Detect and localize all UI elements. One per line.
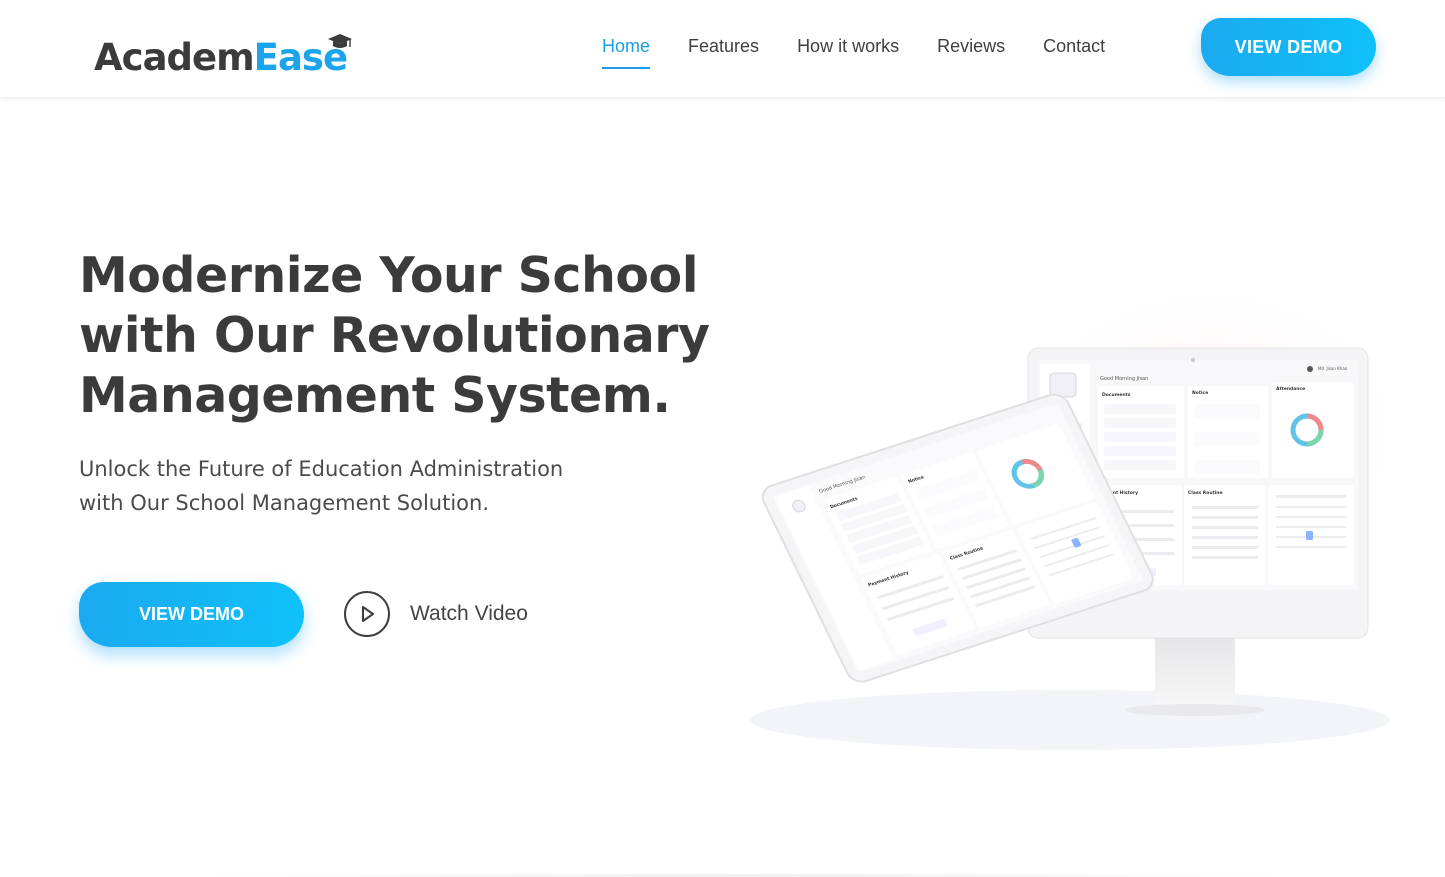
play-icon[interactable] bbox=[344, 591, 390, 637]
main-nav: Home Features How it works Reviews Conta… bbox=[602, 36, 1143, 69]
graduation-cap-icon bbox=[328, 34, 353, 48]
monitor-greeting: Good Morning Jisan bbox=[1100, 376, 1148, 382]
hero-subtitle-line-1: Unlock the Future of Education Administr… bbox=[79, 457, 564, 481]
play-triangle-icon bbox=[362, 606, 374, 622]
logo[interactable]: Academ Ease bbox=[94, 26, 353, 79]
monitor-user-name: Md. Jisan Khan bbox=[1318, 366, 1348, 371]
nav-how-it-works[interactable]: How it works bbox=[797, 36, 899, 57]
hero-title-line-1: Modernize Your School bbox=[79, 247, 699, 304]
monitor-routine-title: Class Routine bbox=[1188, 490, 1223, 496]
nav-features[interactable]: Features bbox=[688, 36, 759, 57]
site-header: Academ Ease Home Features How it works Re… bbox=[0, 0, 1445, 97]
monitor-notice-title: Notice bbox=[1192, 390, 1208, 396]
hero-view-demo-button[interactable]: VIEW DEMO bbox=[79, 582, 304, 647]
monitor-attendance-title: Attendance bbox=[1276, 386, 1305, 392]
header-view-demo-button[interactable]: VIEW DEMO bbox=[1201, 18, 1376, 76]
monitor-documents-title: Documents bbox=[1102, 392, 1131, 398]
hero-subtitle-line-2: with Our School Management Solution. bbox=[79, 491, 490, 515]
watch-video-link[interactable]: Watch Video bbox=[410, 602, 528, 626]
dashboard-mockup-illustration: Good Morning Jisan Md. Jisan Khan Docume… bbox=[750, 280, 1410, 750]
nav-reviews[interactable]: Reviews bbox=[937, 36, 1005, 57]
hero-title: Modernize Your School with Our Revolutio… bbox=[79, 246, 739, 426]
nav-contact[interactable]: Contact bbox=[1043, 36, 1105, 57]
nav-home[interactable]: Home bbox=[602, 36, 651, 69]
logo-text-academ: Academ bbox=[94, 36, 255, 79]
logo-text-ease: Ease bbox=[254, 34, 353, 76]
hero-title-line-3: Management System. bbox=[79, 367, 671, 424]
hero-subtitle: Unlock the Future of Education Administr… bbox=[79, 452, 639, 520]
hero-title-line-2: with Our Revolutionary bbox=[79, 307, 710, 364]
